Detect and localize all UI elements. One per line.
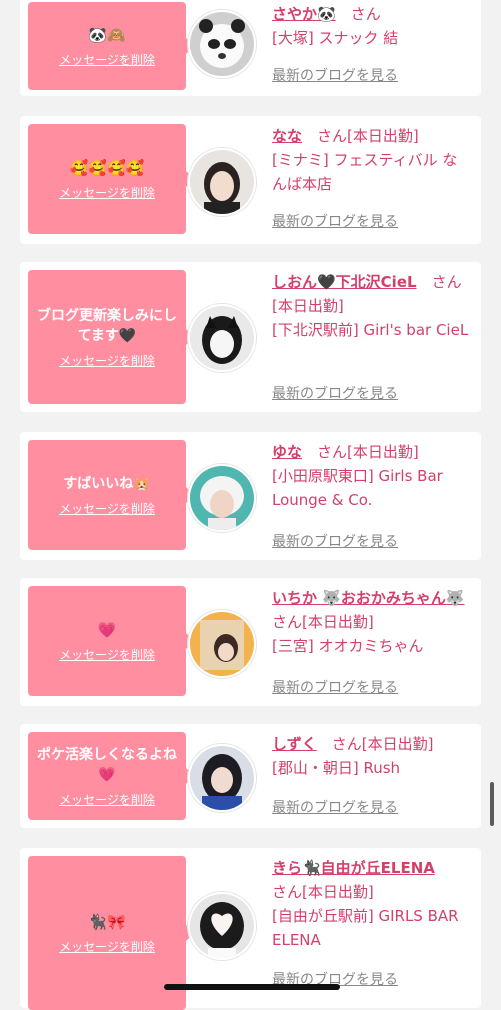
delete-message-link[interactable]: メッセージを削除: [59, 791, 155, 808]
shop-label: [郡山・朝日] Rush: [272, 759, 401, 777]
latest-blog-link[interactable]: 最新のブログを見る: [272, 64, 398, 88]
cast-name-link[interactable]: なな: [272, 127, 302, 145]
latest-blog-link[interactable]: 最新のブログを見る: [272, 676, 398, 700]
delete-message-link[interactable]: メッセージを削除: [59, 352, 155, 369]
shop-label: [小田原駅東口] Girls Bar Lounge & Co.: [272, 467, 443, 509]
latest-blog-link[interactable]: 最新のブログを見る: [272, 796, 398, 820]
message-text: すばいいね🐹: [63, 475, 151, 492]
status-badge: [本日出勤]: [302, 613, 374, 631]
honorific: さん: [431, 273, 462, 291]
list-item: 🐼🙈 メッセージを削除 さやか🐼 さん [大塚] スナック 結 最新のブログを見…: [20, 0, 481, 96]
avatar[interactable]: [188, 304, 256, 372]
status-badge: [本日出勤]: [361, 735, 434, 753]
message-text: 💗: [97, 620, 117, 639]
cast-info: しずく さん[本日出勤] [郡山・朝日] Rush 最新のブログを見る: [272, 732, 472, 820]
avatar[interactable]: [188, 464, 256, 532]
message-bubble: 🐈‍⬛🎀 メッセージを削除: [28, 856, 194, 1010]
list-item: 🥰🥰🥰🥰 メッセージを削除 なな さん[本日出勤] [ミナミ] フェスティバル …: [20, 116, 481, 244]
honorific: さん: [317, 127, 348, 145]
shop-label: [三宮] オオカミちゃん: [272, 637, 424, 655]
list-item: ポケ活楽しくなるよね💗 メッセージを削除 しずく さん[本日出勤] [郡山・朝日…: [20, 724, 481, 828]
message-bubble: 🥰🥰🥰🥰 メッセージを削除: [28, 124, 194, 234]
avatar[interactable]: [188, 10, 256, 78]
message-text: 🥰🥰🥰🥰: [69, 158, 145, 177]
delete-message-link[interactable]: メッセージを削除: [59, 938, 155, 955]
cast-name-link[interactable]: さやか🐼: [272, 5, 336, 23]
avatar[interactable]: [188, 744, 256, 812]
shop-label: [自由が丘駅前] GIRLS BAR ELENA: [272, 907, 459, 949]
delete-message-link[interactable]: メッセージを削除: [59, 646, 155, 663]
message-text: 🐼🙈: [88, 25, 126, 44]
avatar[interactable]: [188, 892, 256, 960]
latest-blog-link[interactable]: 最新のブログを見る: [272, 530, 398, 554]
cast-info: さやか🐼 さん [大塚] スナック 結 最新のブログを見る: [272, 2, 472, 92]
cast-name-link[interactable]: きら🐈‍⬛自由が丘ELENA: [272, 859, 435, 877]
cast-info: なな さん[本日出勤] [ミナミ] フェスティバル なんば本店 最新のブログを見…: [272, 124, 472, 234]
honorific: さん: [331, 735, 362, 753]
cast-info: しおん🖤下北沢CieL さん [本日出勤] [下北沢駅前] Girl's bar …: [272, 270, 472, 404]
message-bubble: ブログ更新楽しみにしてます🖤 メッセージを削除: [28, 270, 194, 404]
delete-message-link[interactable]: メッセージを削除: [59, 184, 155, 201]
home-indicator[interactable]: [164, 984, 340, 990]
avatar[interactable]: [188, 610, 256, 678]
cast-name-link[interactable]: しおん🖤下北沢CieL: [272, 273, 417, 291]
message-bubble: ポケ活楽しくなるよね💗 メッセージを削除: [28, 732, 194, 820]
status-badge: [本日出勤]: [302, 883, 374, 901]
status-badge: [本日出勤]: [347, 443, 419, 461]
list-item: すばいいね🐹 メッセージを削除 ゆな さん[本日出勤] [小田原駅東口] Gir…: [20, 432, 481, 560]
list-item: 💗 メッセージを削除 いちか 🐺おおかみちゃん🐺 さん[本日出勤] [三宮] オ…: [20, 578, 481, 706]
latest-blog-link[interactable]: 最新のブログを見る: [272, 210, 398, 234]
status-badge: [本日出勤]: [272, 297, 344, 315]
status-badge: [本日出勤]: [347, 127, 419, 145]
latest-blog-link[interactable]: 最新のブログを見る: [272, 382, 398, 406]
message-text: 🐈‍⬛🎀: [88, 912, 126, 931]
message-bubble: 💗 メッセージを削除: [28, 586, 194, 696]
message-bubble: 🐼🙈 メッセージを削除: [28, 2, 194, 90]
delete-message-link[interactable]: メッセージを削除: [59, 500, 155, 517]
honorific: さん: [272, 613, 303, 631]
honorific: さん: [350, 5, 381, 23]
honorific: さん: [272, 883, 303, 901]
message-text: ポケ活楽しくなるよね💗: [37, 746, 177, 783]
avatar[interactable]: [188, 148, 256, 216]
cast-name-link[interactable]: いちか 🐺おおかみちゃん🐺: [272, 589, 465, 607]
message-text: ブログ更新楽しみにしてます🖤: [37, 307, 177, 344]
cast-name-link[interactable]: しずく: [272, 735, 317, 753]
message-bubble: すばいいね🐹 メッセージを削除: [28, 440, 194, 550]
shop-label: [ミナミ] フェスティバル なんば本店: [272, 151, 458, 193]
delete-message-link[interactable]: メッセージを削除: [59, 51, 155, 68]
honorific: さん: [317, 443, 348, 461]
list-item: ブログ更新楽しみにしてます🖤 メッセージを削除 しおん🖤下北沢CieL さん [本…: [20, 262, 481, 412]
cast-info: ゆな さん[本日出勤] [小田原駅東口] Girls Bar Lounge & …: [272, 440, 472, 550]
shop-label: [下北沢駅前] Girl's bar CieL: [272, 321, 469, 339]
scrollbar[interactable]: [490, 782, 494, 826]
cast-name-link[interactable]: ゆな: [272, 443, 302, 461]
shop-label: [大塚] スナック 結: [272, 29, 399, 47]
cast-info: いちか 🐺おおかみちゃん🐺 さん[本日出勤] [三宮] オオカミちゃん 最新のブ…: [272, 586, 472, 696]
